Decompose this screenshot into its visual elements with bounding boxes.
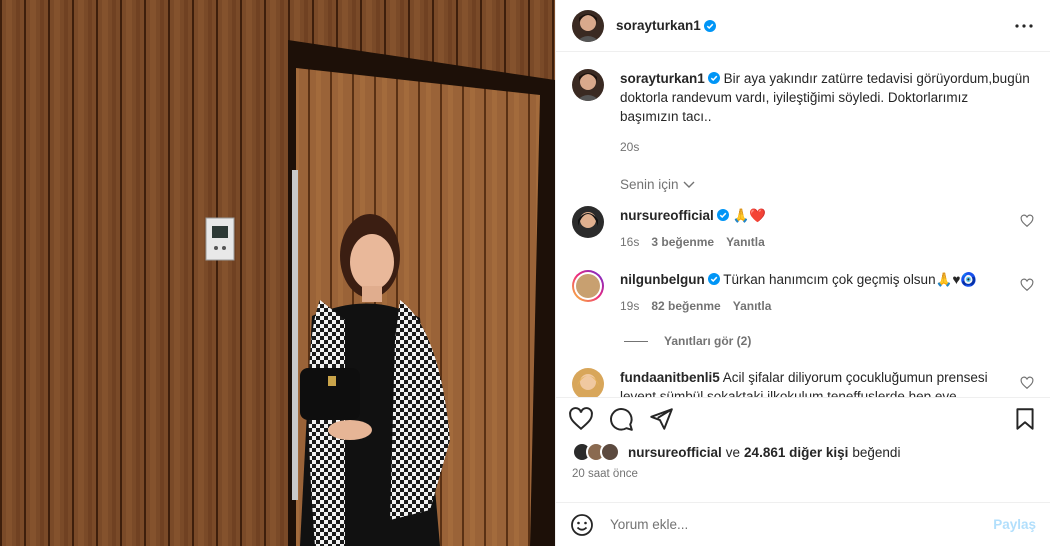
comment-item: nursureofficial 🙏❤️ 16s 3 beğenme Yanıtl… <box>556 206 1050 252</box>
heart-icon[interactable] <box>568 406 594 432</box>
comment-likes[interactable]: 3 beğenme <box>651 233 714 252</box>
post-header: sorayturkan1 <box>556 0 1050 52</box>
reply-button[interactable]: Yanıtla <box>733 297 772 316</box>
comment-input[interactable] <box>610 517 994 532</box>
commenter-username[interactable]: fundaanitbenli5 <box>620 370 720 385</box>
comment-icon[interactable] <box>608 406 634 432</box>
comment-text: 🙏❤️ <box>732 208 767 223</box>
author-avatar[interactable] <box>572 9 604 42</box>
verified-icon <box>716 209 729 221</box>
sort-label: Senin için <box>620 177 679 192</box>
comment-item: fundaanitbenli5 Acil şifalar diliyorum ç… <box>556 368 1050 397</box>
verified-icon <box>703 19 716 32</box>
emoji-icon[interactable] <box>570 513 594 537</box>
comment-text: Türkan hanımcım çok geçmiş olsun🙏♥🧿 <box>723 272 978 287</box>
heart-icon[interactable] <box>1020 278 1034 292</box>
commenter-avatar[interactable] <box>572 368 604 397</box>
verified-icon <box>707 273 720 285</box>
post-panel: sorayturkan1 sorayturkan1 Bir aya yakınd… <box>555 0 1050 546</box>
post-actions: nursureofficial ve 24.861 diğer kişi beğ… <box>556 397 1050 497</box>
likes-connector: ve <box>725 444 741 460</box>
more-icon[interactable] <box>1012 14 1036 38</box>
sort-dropdown[interactable]: Senin için <box>620 177 1050 192</box>
commenter-username[interactable]: nilgunbelgun <box>620 272 705 287</box>
reply-button[interactable]: Yanıtla <box>726 233 765 252</box>
likes-summary: nursureofficial ve 24.861 diğer kişi beğ… <box>556 432 1050 462</box>
post-caption: sorayturkan1 Bir aya yakındır zatürre te… <box>556 53 1050 157</box>
liked-by-username[interactable]: nursureofficial <box>628 445 722 460</box>
comment-likes[interactable]: 82 beğenme <box>651 297 720 316</box>
post-comment-button[interactable]: Paylaş <box>993 517 1036 532</box>
likes-end: beğendi <box>852 444 901 460</box>
commenter-avatar[interactable] <box>572 270 604 302</box>
post-photo[interactable] <box>0 0 555 546</box>
caption-avatar[interactable] <box>572 69 604 101</box>
liker-avatar <box>600 442 620 462</box>
share-icon[interactable] <box>648 406 674 432</box>
comment-time[interactable]: 19s <box>620 297 639 316</box>
replies-divider <box>624 340 648 342</box>
verified-icon <box>707 72 720 84</box>
liker-avatars[interactable] <box>572 442 620 462</box>
add-comment-bar: Paylaş <box>556 502 1050 546</box>
comments-scroll[interactable]: sorayturkan1 Bir aya yakındır zatürre te… <box>556 53 1050 397</box>
likes-count[interactable]: 24.861 diğer kişi <box>744 445 848 460</box>
view-replies-label: Yanıtları gör (2) <box>664 334 752 348</box>
save-icon[interactable] <box>1012 406 1038 432</box>
comment-item: nilgunbelgun Türkan hanımcım çok geçmiş … <box>556 270 1050 316</box>
post-time[interactable]: 20 saat önce <box>556 462 1050 480</box>
caption-username[interactable]: sorayturkan1 <box>620 71 705 86</box>
caption-time[interactable]: 20s <box>620 138 1030 157</box>
comment-time[interactable]: 16s <box>620 233 639 252</box>
heart-icon[interactable] <box>1020 214 1034 228</box>
likes-count-tail: diğer kişi <box>789 444 849 460</box>
commenter-avatar[interactable] <box>572 206 604 238</box>
heart-icon[interactable] <box>1020 376 1034 390</box>
commenter-username[interactable]: nursureofficial <box>620 208 714 223</box>
likes-count-number: 24.861 <box>744 444 786 460</box>
chevron-down-icon <box>683 181 695 188</box>
post-image <box>0 0 555 546</box>
author-username[interactable]: sorayturkan1 <box>616 18 701 33</box>
view-replies-button[interactable]: Yanıtları gör (2) <box>624 334 1050 348</box>
